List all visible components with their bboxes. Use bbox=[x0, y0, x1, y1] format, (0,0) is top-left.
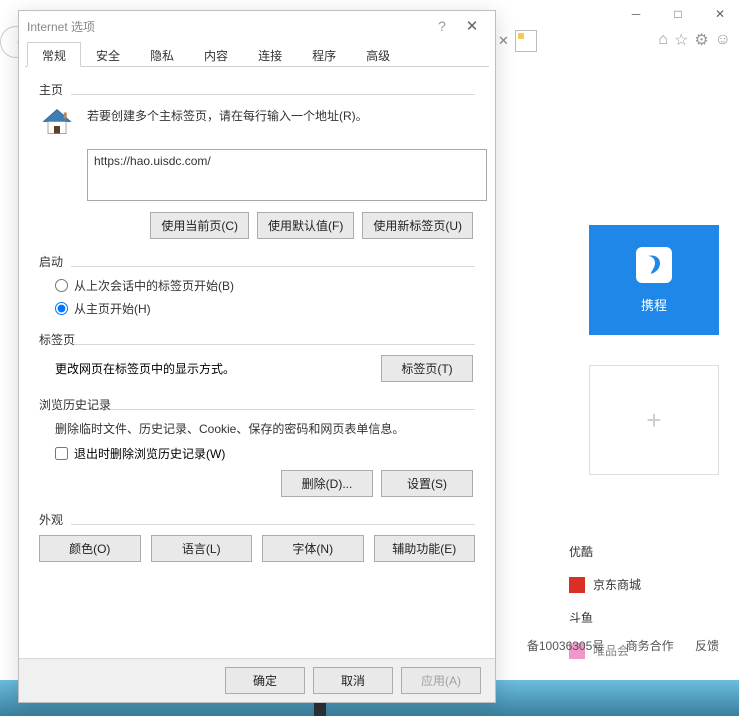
startup-group-label: 启动 bbox=[39, 253, 475, 270]
apply-button[interactable]: 应用(A) bbox=[401, 667, 481, 694]
link-youku[interactable]: 优酷 bbox=[569, 535, 719, 568]
tab-general[interactable]: 常规 bbox=[27, 42, 81, 67]
jd-icon bbox=[569, 577, 585, 593]
link-jd[interactable]: 京东商城 bbox=[569, 568, 719, 601]
tab-connections[interactable]: 连接 bbox=[243, 42, 297, 67]
homepage-url-input[interactable] bbox=[87, 149, 487, 201]
use-newtab-button[interactable]: 使用新标签页(U) bbox=[362, 212, 473, 239]
delete-history-button[interactable]: 删除(D)... bbox=[281, 470, 373, 497]
dialog-close-button[interactable]: ✕ bbox=[457, 17, 487, 35]
tab-close-icon[interactable]: ✕ bbox=[498, 33, 509, 49]
history-group-label: 浏览历史记录 bbox=[39, 396, 475, 413]
tab-privacy[interactable]: 隐私 bbox=[135, 42, 189, 67]
maximize-button[interactable]: □ bbox=[665, 4, 691, 24]
ctrip-logo-icon bbox=[636, 247, 672, 283]
ok-button[interactable]: 确定 bbox=[225, 667, 305, 694]
appearance-group-label: 外观 bbox=[39, 511, 475, 528]
colors-button[interactable]: 颜色(O) bbox=[39, 535, 141, 562]
dialog-help-button[interactable]: ? bbox=[427, 18, 457, 34]
languages-button[interactable]: 语言(L) bbox=[151, 535, 253, 562]
tile-label: 携程 bbox=[641, 295, 667, 314]
icp-text: 备10036305号 bbox=[527, 639, 604, 653]
startup-homepage-radio[interactable]: 从主页开始(H) bbox=[55, 300, 475, 317]
home-icon[interactable]: ⌂ bbox=[658, 31, 668, 49]
use-current-button[interactable]: 使用当前页(C) bbox=[150, 212, 249, 239]
dialog-title: Internet 选项 bbox=[27, 18, 427, 35]
accessibility-button[interactable]: 辅助功能(E) bbox=[374, 535, 476, 562]
page-tiles: 携程 + 优酷 京东商城 斗鱼 唯品会 bbox=[529, 60, 739, 716]
homepage-group-label: 主页 bbox=[39, 81, 475, 98]
homepage-hint: 若要创建多个主标签页，请在每行输入一个地址(R)。 bbox=[87, 105, 368, 141]
cancel-button[interactable]: 取消 bbox=[313, 667, 393, 694]
page-footer: 备10036305号 商务合作 反馈 bbox=[509, 637, 719, 654]
add-tile-button[interactable]: + bbox=[589, 365, 719, 475]
tabs-desc: 更改网页在标签页中的显示方式。 bbox=[55, 360, 235, 377]
tab-advanced[interactable]: 高级 bbox=[351, 42, 405, 67]
settings-gear-icon[interactable]: ⚙ bbox=[694, 30, 708, 50]
tab-programs[interactable]: 程序 bbox=[297, 42, 351, 67]
tab-content[interactable]: 内容 bbox=[189, 42, 243, 67]
dialog-footer: 确定 取消 应用(A) bbox=[19, 658, 495, 702]
internet-options-dialog: Internet 选项 ? ✕ 常规 安全 隐私 内容 连接 程序 高级 主页 … bbox=[18, 10, 496, 703]
delete-on-exit-checkbox[interactable]: 退出时删除浏览历史记录(W) bbox=[55, 445, 475, 462]
history-desc: 删除临时文件、历史记录、Cookie、保存的密码和网页表单信息。 bbox=[55, 420, 475, 437]
use-default-button[interactable]: 使用默认值(F) bbox=[257, 212, 354, 239]
history-settings-button[interactable]: 设置(S) bbox=[381, 470, 473, 497]
fonts-button[interactable]: 字体(N) bbox=[262, 535, 364, 562]
minimize-button[interactable]: ─ bbox=[623, 4, 649, 24]
home-house-icon bbox=[39, 105, 75, 141]
dialog-tabs: 常规 安全 隐私 内容 连接 程序 高级 bbox=[25, 41, 489, 67]
tabs-group-label: 标签页 bbox=[39, 331, 475, 348]
favorites-icon[interactable]: ☆ bbox=[674, 30, 688, 50]
tile-ctrip[interactable]: 携程 bbox=[589, 225, 719, 335]
tab-security[interactable]: 安全 bbox=[81, 42, 135, 67]
link-douyu[interactable]: 斗鱼 bbox=[569, 601, 719, 634]
biz-link[interactable]: 商务合作 bbox=[626, 639, 674, 653]
close-window-button[interactable]: ✕ bbox=[707, 4, 733, 24]
feedback-smiley-icon[interactable]: ☺ bbox=[715, 31, 731, 49]
new-tab-button[interactable] bbox=[515, 30, 537, 52]
startup-last-session-radio[interactable]: 从上次会话中的标签页开始(B) bbox=[55, 277, 475, 294]
feedback-link[interactable]: 反馈 bbox=[695, 639, 719, 653]
tabs-settings-button[interactable]: 标签页(T) bbox=[381, 355, 473, 382]
